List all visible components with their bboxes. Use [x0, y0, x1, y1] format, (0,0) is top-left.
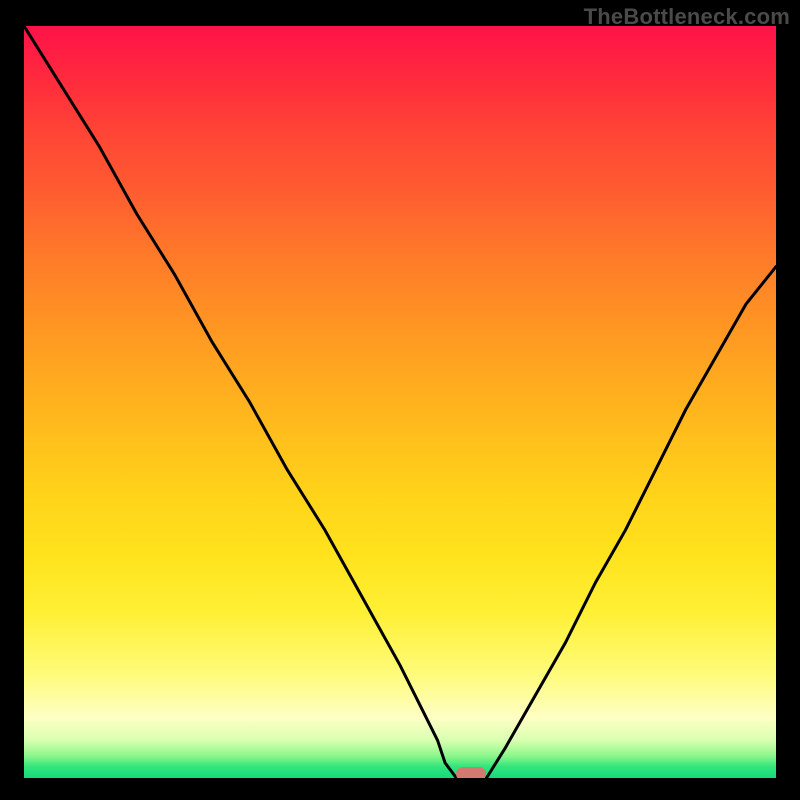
- plot-area: [24, 26, 776, 778]
- bottleneck-curve: [24, 26, 776, 778]
- optimal-point-marker: [456, 767, 486, 778]
- watermark-text: TheBottleneck.com: [584, 4, 790, 30]
- chart-frame: TheBottleneck.com: [0, 0, 800, 800]
